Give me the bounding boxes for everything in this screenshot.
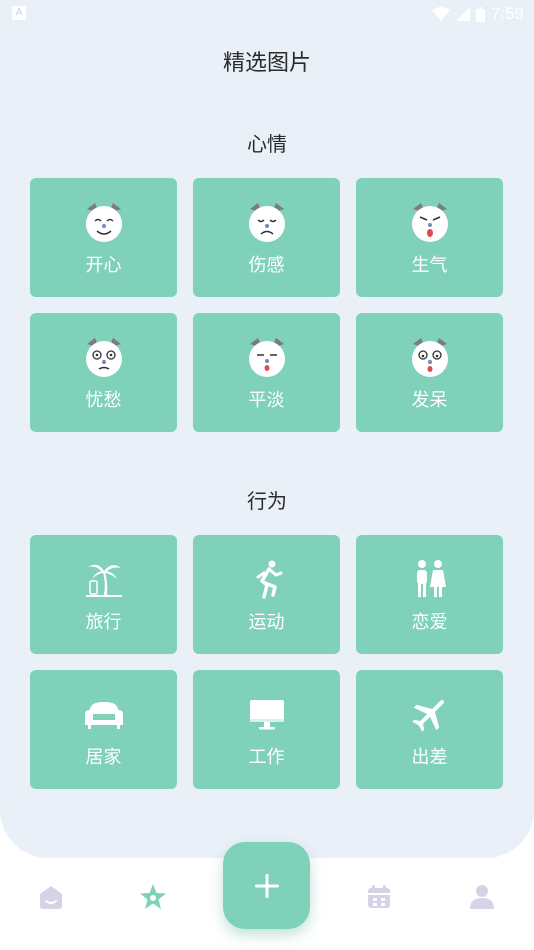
card-label: 运动	[248, 612, 285, 633]
star-icon	[140, 884, 166, 909]
tab-favorites[interactable]	[136, 880, 170, 914]
card-label: 平淡	[248, 390, 285, 411]
mood-card-sad[interactable]: 伤感	[193, 178, 340, 297]
wifi-icon	[431, 7, 450, 21]
behavior-card-trip[interactable]: 出差	[356, 670, 503, 789]
mood-card-happy[interactable]: 开心	[30, 178, 177, 297]
airplane-icon	[407, 691, 453, 737]
battery-icon	[475, 6, 485, 22]
notification-icon: A	[12, 6, 26, 20]
mood-card-calm[interactable]: 平淡	[193, 313, 340, 432]
mood-card-angry[interactable]: 生气	[356, 178, 503, 297]
card-label: 居家	[85, 747, 122, 768]
home-icon	[40, 886, 62, 909]
status-right-group: 7:59	[431, 4, 524, 24]
card-label: 出差	[411, 747, 448, 768]
monitor-icon	[244, 691, 290, 737]
signal-icon	[455, 7, 470, 21]
couple-icon	[407, 556, 453, 602]
tab-profile[interactable]	[465, 880, 499, 914]
add-button[interactable]	[223, 842, 310, 929]
cat-worried-icon	[81, 334, 127, 380]
add-icon	[254, 873, 279, 898]
mood-grid: 开心 伤感 生气 忧愁 平淡 发呆	[30, 178, 504, 432]
card-label: 旅行	[85, 612, 122, 633]
cat-calm-icon	[244, 334, 290, 380]
behavior-card-love[interactable]: 恋爱	[356, 535, 503, 654]
sofa-icon	[81, 691, 127, 737]
section-title-mood: 心情	[247, 132, 287, 156]
mood-card-worried[interactable]: 忧愁	[30, 313, 177, 432]
cat-sad-icon	[244, 199, 290, 245]
behavior-grid: 旅行 运动 恋爱 居家 工作 出差	[30, 535, 504, 789]
palm-tree-icon	[81, 556, 127, 602]
profile-icon	[470, 885, 494, 909]
status-time: 7:59	[490, 4, 524, 23]
status-bar: A 7:59	[0, 0, 534, 28]
mood-card-daze[interactable]: 发呆	[356, 313, 503, 432]
card-label: 开心	[85, 255, 122, 276]
cat-angry-icon	[407, 199, 453, 245]
cat-happy-icon	[81, 199, 127, 245]
card-label: 忧愁	[85, 390, 122, 411]
cat-daze-icon	[407, 334, 453, 380]
calendar-icon	[368, 885, 390, 908]
card-label: 生气	[411, 255, 448, 276]
card-label: 伤感	[248, 255, 285, 276]
behavior-card-sport[interactable]: 运动	[193, 535, 340, 654]
card-label: 工作	[248, 747, 285, 768]
running-icon	[244, 556, 290, 602]
card-label: 发呆	[411, 390, 448, 411]
behavior-card-work[interactable]: 工作	[193, 670, 340, 789]
tab-home[interactable]	[34, 880, 68, 914]
behavior-card-travel[interactable]: 旅行	[30, 535, 177, 654]
behavior-card-home[interactable]: 居家	[30, 670, 177, 789]
section-title-behavior: 行为	[247, 489, 287, 513]
tab-calendar[interactable]	[362, 880, 396, 914]
page-title: 精选图片	[222, 51, 311, 76]
card-label: 恋爱	[411, 612, 448, 633]
